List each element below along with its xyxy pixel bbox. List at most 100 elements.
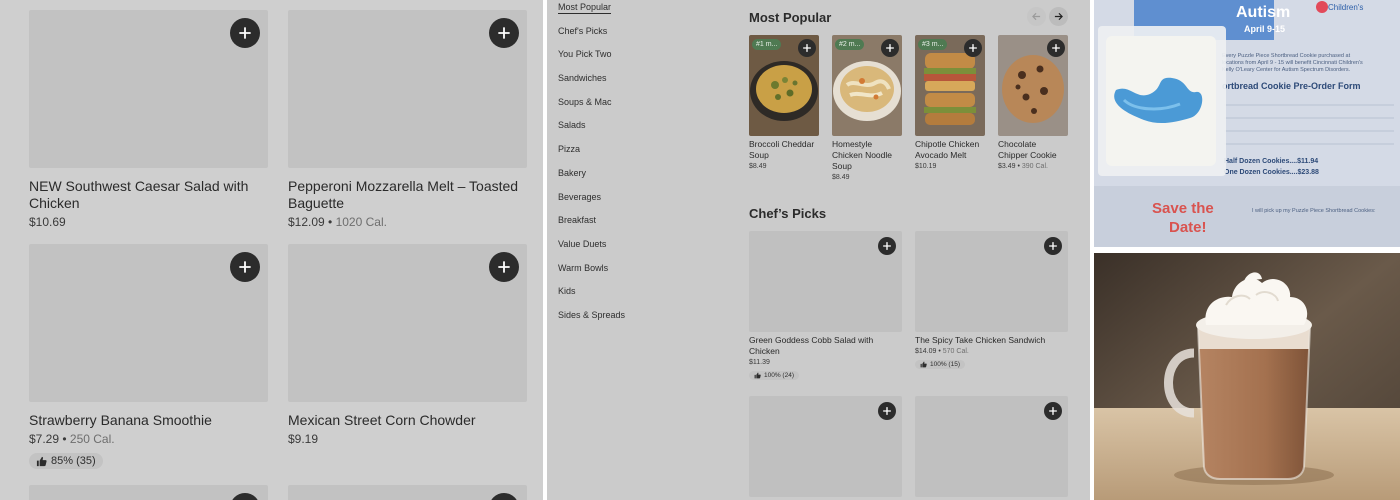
item-price: $10.69 xyxy=(29,215,66,229)
item-name: Green Goddess Cobb Salad with Chicken xyxy=(749,335,874,356)
flyer-one-dozen: One Dozen Cookies....$23.88 xyxy=(1224,169,1319,176)
category-value-duets[interactable]: Value Duets xyxy=(558,238,708,262)
chefs-picks-heading: Chef’s Picks xyxy=(749,206,827,221)
add-item-button[interactable] xyxy=(230,252,260,282)
photo-panel: Autism April 9-15 Children's Every Puzzl… xyxy=(1094,0,1400,500)
item-price: $8.49 xyxy=(749,163,767,170)
add-item-button[interactable] xyxy=(489,252,519,282)
item-image xyxy=(915,231,1068,332)
rank-badge: #1 m... xyxy=(752,39,782,50)
item-image xyxy=(288,485,527,500)
category-soups-mac[interactable]: Soups & Mac xyxy=(558,96,708,120)
item-calories: 250 Cal. xyxy=(69,432,115,446)
chicken-noodle-soup-image: #2 m... xyxy=(832,35,902,136)
popular-item-card[interactable]: #1 m... Broccoli Cheddar Soup $8.49 xyxy=(749,35,819,170)
chefs-pick-card[interactable]: The Spicy Take Chicken Sandwich $14.09 •… xyxy=(915,231,1068,373)
rank-badge: #3 m... xyxy=(918,39,948,50)
add-item-button[interactable] xyxy=(1044,402,1062,420)
flyer-form-title: ortbread Cookie Pre-Order Form xyxy=(1222,81,1361,91)
chefs-pick-card[interactable] xyxy=(749,396,902,497)
add-item-button[interactable] xyxy=(878,402,896,420)
add-item-button[interactable] xyxy=(878,237,896,255)
cookie-flyer-photo: Autism April 9-15 Children's Every Puzzl… xyxy=(1094,0,1400,247)
add-item-button[interactable] xyxy=(798,39,816,57)
flyer-body-1: Every Puzzle Piece Shortbread Cookie pur… xyxy=(1222,53,1351,59)
rating-text: 85% (35) xyxy=(51,455,96,467)
category-chefs-picks[interactable]: Chef's Picks xyxy=(558,25,708,49)
add-item-button[interactable] xyxy=(489,18,519,48)
rank-badge: #2 m... xyxy=(835,39,865,50)
popular-item-card[interactable]: Chocolate Chipper Cookie $3.49 • 390 Cal… xyxy=(998,35,1068,170)
chefs-pick-card[interactable] xyxy=(915,396,1068,497)
thumbs-up-icon xyxy=(36,456,47,466)
plus-icon xyxy=(239,261,251,273)
left-menu-panel: NEW Southwest Caesar Salad with Chicken … xyxy=(0,0,543,500)
menu-item-card[interactable]: Strawberry Banana Smoothie $7.29 • 250 C… xyxy=(29,244,268,472)
arrow-right-icon xyxy=(1054,12,1063,21)
category-you-pick-two[interactable]: You Pick Two xyxy=(558,48,708,72)
plus-icon xyxy=(886,44,894,52)
item-name: Chipotle Chicken Avocado Melt xyxy=(915,139,980,160)
item-image xyxy=(288,10,527,168)
popular-item-card[interactable]: #3 m... Chipotle Chicken Avocado Melt $1… xyxy=(915,35,985,170)
flyer-half-dozen: Half Dozen Cookies....$11.94 xyxy=(1224,158,1318,165)
thumbs-up-icon xyxy=(920,361,927,368)
add-item-button[interactable] xyxy=(489,493,519,500)
category-most-popular[interactable]: Most Popular xyxy=(558,1,708,25)
plus-icon xyxy=(1052,44,1060,52)
save-the-date-2: Date! xyxy=(1169,219,1207,236)
item-image xyxy=(29,244,268,402)
item-name: Homestyle Chicken Noodle Soup xyxy=(832,139,893,171)
category-salads[interactable]: Salads xyxy=(558,119,708,143)
carousel-next-button[interactable] xyxy=(1049,7,1068,26)
item-image xyxy=(29,10,268,168)
category-bakery[interactable]: Bakery xyxy=(558,167,708,191)
item-image xyxy=(29,485,268,500)
add-item-button[interactable] xyxy=(964,39,982,57)
category-nav: Most Popular Chef's Picks You Pick Two S… xyxy=(558,1,708,333)
add-item-button[interactable] xyxy=(881,39,899,57)
category-pizza[interactable]: Pizza xyxy=(558,143,708,167)
plus-icon xyxy=(803,44,811,52)
rating-badge: 100% (24) xyxy=(749,371,799,380)
item-name: NEW Southwest Caesar Salad with Chicken xyxy=(29,178,249,211)
item-price: $14.09 xyxy=(915,348,937,355)
category-beverages[interactable]: Beverages xyxy=(558,191,708,215)
plus-icon xyxy=(883,242,891,250)
save-the-date-1: Save the xyxy=(1152,200,1214,217)
add-item-button[interactable] xyxy=(230,18,260,48)
carousel-arrows xyxy=(1027,7,1068,26)
item-price: $7.29 xyxy=(29,432,60,446)
chefs-pick-card[interactable]: Green Goddess Cobb Salad with Chicken $1… xyxy=(749,231,902,384)
item-price: $9.19 xyxy=(288,432,319,446)
menu-item-card[interactable]: NEW Southwest Caesar Salad with Chicken … xyxy=(29,10,268,230)
menu-item-card[interactable]: Mexican Street Corn Chowder $9.19 xyxy=(288,244,527,447)
carousel-prev-button[interactable] xyxy=(1027,7,1046,26)
add-item-button[interactable] xyxy=(1044,237,1062,255)
category-sides-spreads[interactable]: Sides & Spreads xyxy=(558,309,708,333)
category-kids[interactable]: Kids xyxy=(558,285,708,309)
category-breakfast[interactable]: Breakfast xyxy=(558,214,708,238)
plus-icon xyxy=(239,27,251,39)
item-name: The Spicy Take Chicken Sandwich xyxy=(915,335,1046,345)
item-price: $12.09 xyxy=(288,215,325,229)
menu-item-card[interactable]: Pepperoni Mozzarella Melt – Toasted Bagu… xyxy=(288,10,527,230)
category-warm-bowls[interactable]: Warm Bowls xyxy=(558,262,708,286)
item-image xyxy=(749,396,902,497)
rating-badge: 100% (15) xyxy=(915,360,965,369)
menu-item-card[interactable] xyxy=(288,485,527,500)
arrow-left-icon xyxy=(1032,12,1041,21)
category-sandwiches[interactable]: Sandwiches xyxy=(558,72,708,96)
add-item-button[interactable] xyxy=(1047,39,1065,57)
thumbs-up-icon xyxy=(754,372,761,379)
flyer-headline: Autism xyxy=(1236,4,1290,21)
menu-item-card[interactable] xyxy=(29,485,268,500)
flyer-org: Children's xyxy=(1328,3,1363,12)
item-name: Broccoli Cheddar Soup xyxy=(749,139,815,160)
rating-text: 100% (24) xyxy=(764,372,794,379)
popular-item-card[interactable]: #2 m... Homestyle Chicken Noodle Soup $8… xyxy=(832,35,902,181)
plus-icon xyxy=(1049,407,1057,415)
add-item-button[interactable] xyxy=(230,493,260,500)
plus-icon xyxy=(969,44,977,52)
item-name: Strawberry Banana Smoothie xyxy=(29,412,212,428)
